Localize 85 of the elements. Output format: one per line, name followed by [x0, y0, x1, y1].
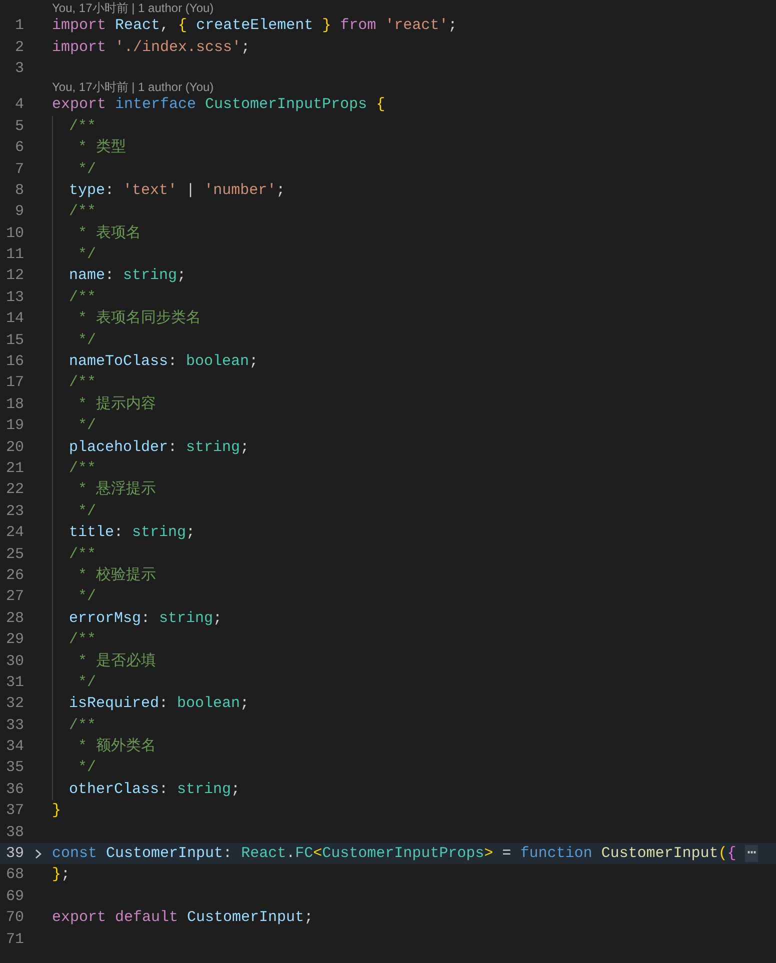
line-number: 9 — [14, 203, 24, 220]
code-line: */ — [77, 330, 96, 351]
code-line: /** — [69, 630, 96, 650]
line-number: 13 — [4, 288, 24, 306]
code-line: */ — [77, 416, 96, 436]
code-line: /** — [69, 716, 96, 736]
line-number: 36 — [4, 780, 24, 798]
line-number: 38 — [4, 824, 24, 841]
line-number: 11 — [4, 246, 24, 264]
line-number: 16 — [4, 353, 24, 370]
line-number: 32 — [4, 695, 24, 712]
code-line: * 提示内容 — [77, 394, 156, 415]
code-line: /** — [69, 288, 96, 308]
line-number: 30 — [4, 652, 24, 670]
line-number: 5 — [14, 118, 24, 135]
code-line: */ — [77, 758, 96, 778]
line-number: 27 — [4, 588, 24, 606]
code-line: title: string; — [69, 523, 196, 544]
line-number: 2 — [14, 38, 24, 56]
line-number: 10 — [4, 224, 24, 242]
code-line: export interface CustomerInputProps { — [52, 95, 386, 116]
line-number: 18 — [4, 396, 24, 413]
code-line: * 是否必填 — [77, 652, 156, 672]
line-number: 35 — [4, 759, 24, 776]
code-line: */ — [77, 245, 96, 266]
line-number: 21 — [4, 460, 24, 477]
line-number: 15 — [4, 332, 24, 349]
line-number: 39 — [4, 845, 24, 862]
chevron-right-icon[interactable] — [34, 848, 42, 859]
code-line: */ — [77, 502, 96, 522]
line-number: 26 — [4, 566, 24, 584]
code-line: /** — [69, 459, 96, 479]
code-line: import React, { createElement } from 'react'; — [52, 16, 458, 36]
line-number: 34 — [4, 738, 24, 756]
code-line: } — [52, 801, 62, 822]
code-line: * 悬浮提示 — [77, 480, 156, 500]
code-line: errorMsg: string; — [69, 608, 222, 629]
line-number: 19 — [4, 417, 24, 434]
code-line: */ — [77, 587, 96, 608]
line-number: 8 — [14, 182, 24, 199]
line-number: 23 — [4, 502, 24, 520]
code-line: import './index.scss'; — [52, 38, 250, 58]
line-number: 3 — [14, 60, 24, 77]
line-number: 24 — [4, 524, 24, 542]
code-line: name: string; — [69, 266, 186, 286]
code-line: otherClass: string; — [69, 780, 240, 800]
code-line: * 表项名同步类名 — [77, 308, 202, 330]
code-line: export default CustomerInput; — [52, 908, 314, 928]
line-number: 68 — [4, 866, 24, 884]
line-number: 17 — [4, 374, 24, 392]
line-number: 20 — [4, 438, 24, 456]
code-line: }; — [52, 865, 70, 886]
code-line: /** — [69, 544, 96, 565]
line-number: 4 — [14, 96, 24, 114]
code-line: * 表项名 — [77, 224, 142, 244]
code-line: */ — [77, 672, 96, 693]
code-line: /** — [69, 373, 96, 394]
line-number: 37 — [4, 802, 24, 820]
code-line: /** — [69, 202, 96, 222]
line-number: 7 — [14, 160, 24, 178]
line-number: 12 — [4, 267, 24, 284]
line-number: 25 — [4, 546, 24, 563]
code-line: nameToClass: boolean; — [69, 352, 258, 372]
line-number: 31 — [4, 674, 24, 691]
code-line: isRequired: boolean; — [69, 694, 250, 714]
code-line: placeholder: string; — [69, 438, 250, 458]
code-line: const CustomerInput: React.FC<CustomerInputProps> = function CustomerInput({ ⋯ — [52, 844, 758, 864]
line-number: 1 — [14, 17, 24, 34]
line-number: 71 — [4, 930, 24, 948]
line-number: 22 — [4, 481, 24, 498]
code-line: */ — [77, 160, 96, 180]
code-line: /** — [69, 116, 96, 137]
line-number: 14 — [4, 310, 24, 328]
code-line: * 校验提示 — [77, 566, 156, 586]
line-number: 69 — [4, 888, 24, 905]
line-number: 6 — [14, 139, 24, 156]
code-line: * 类型 — [77, 138, 126, 158]
codelens-text[interactable]: You, 17小时前 | 1 author (You) — [52, 80, 214, 94]
line-number: 29 — [4, 631, 24, 648]
codelens-text[interactable]: You, 17小时前 | 1 author (You) — [52, 0, 214, 14]
line-number: 33 — [4, 716, 24, 734]
line-number: 28 — [4, 610, 24, 627]
code-line: type: 'text' | 'number'; — [69, 180, 286, 201]
line-number: 70 — [4, 909, 24, 926]
code-line: * 额外类名 — [77, 736, 156, 758]
